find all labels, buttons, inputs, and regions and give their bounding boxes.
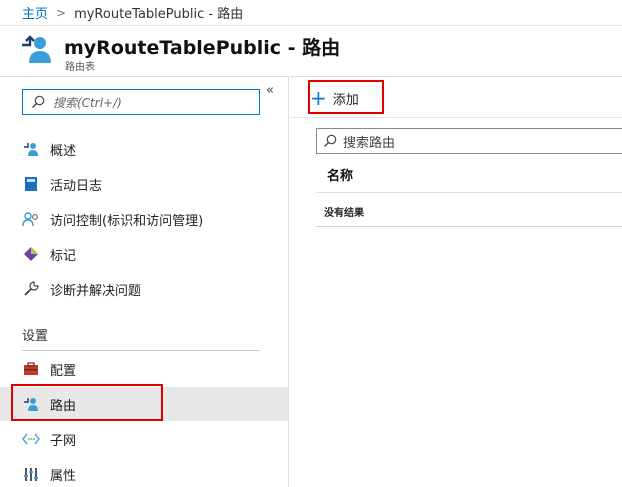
- nav-item-label: 路由: [50, 398, 77, 414]
- nav-item-label: 诊断并解决问题: [50, 283, 142, 299]
- access-control-icon: [22, 210, 40, 228]
- nav-search-input[interactable]: 搜索(Ctrl+/): [22, 89, 260, 115]
- command-bar: + 添加: [290, 76, 622, 118]
- collapse-icon[interactable]: «: [266, 83, 274, 98]
- nav-item-label: 访问控制(标识和访问管理): [50, 213, 204, 229]
- search-icon: [32, 95, 45, 108]
- page-subtitle: 路由表: [65, 62, 95, 73]
- empty-state-text: 没有结果: [324, 208, 364, 219]
- route-search-placeholder: 搜索路由: [343, 135, 396, 151]
- breadcrumb: 主页 > myRouteTablePublic - 路由: [0, 0, 622, 26]
- nav-item-label: 子网: [50, 433, 77, 449]
- nav-item-activity-log[interactable]: 活动日志: [0, 167, 288, 201]
- table-row-divider: [316, 226, 622, 227]
- page-title: myRouteTablePublic - 路由: [64, 37, 341, 59]
- column-header-name[interactable]: 名称: [327, 165, 353, 184]
- section-label-settings: 设置: [22, 329, 49, 344]
- nav-item-label: 属性: [50, 468, 77, 484]
- breadcrumb-separator: >: [56, 5, 67, 20]
- activity-log-icon: [22, 175, 40, 193]
- properties-icon: [22, 465, 40, 483]
- nav-item-routes[interactable]: 路由: [0, 387, 288, 421]
- breadcrumb-current: myRouteTablePublic - 路由: [74, 7, 244, 22]
- nav-item-diagnose[interactable]: 诊断并解决问题: [0, 272, 288, 306]
- nav-item-label: 配置: [50, 363, 77, 379]
- nav-item-label: 标记: [50, 248, 77, 264]
- left-nav: « 搜索(Ctrl+/) 概述 活动日志 访问控制(标识和访问管理) 标记 诊断…: [0, 76, 289, 487]
- route-search-input[interactable]: 搜索路由: [316, 128, 622, 154]
- nav-item-subnets[interactable]: 子网: [0, 422, 288, 456]
- section-divider: [22, 350, 260, 351]
- wrench-icon: [22, 280, 40, 298]
- overview-icon: [22, 140, 40, 158]
- nav-item-label: 活动日志: [50, 178, 103, 194]
- nav-search-placeholder: 搜索(Ctrl+/): [53, 95, 122, 110]
- nav-item-configuration[interactable]: 配置: [0, 352, 288, 386]
- nav-item-access-control[interactable]: 访问控制(标识和访问管理): [0, 202, 288, 236]
- nav-item-overview[interactable]: 概述: [0, 132, 288, 166]
- breadcrumb-home-link[interactable]: 主页: [22, 3, 48, 22]
- configuration-icon: [22, 360, 40, 378]
- add-button[interactable]: + 添加: [310, 85, 359, 111]
- tag-icon: [22, 245, 40, 263]
- subnet-icon: [22, 430, 40, 448]
- route-table-icon: [22, 35, 51, 63]
- routes-icon: [22, 395, 40, 413]
- nav-item-label: 概述: [50, 143, 77, 159]
- nav-item-properties[interactable]: 属性: [0, 457, 288, 487]
- nav-item-tags[interactable]: 标记: [0, 237, 288, 271]
- table-header-divider: [316, 192, 622, 193]
- search-icon: [324, 134, 337, 147]
- plus-icon: +: [310, 86, 327, 110]
- page-header: myRouteTablePublic - 路由 路由表: [0, 27, 622, 75]
- add-button-label: 添加: [332, 92, 359, 108]
